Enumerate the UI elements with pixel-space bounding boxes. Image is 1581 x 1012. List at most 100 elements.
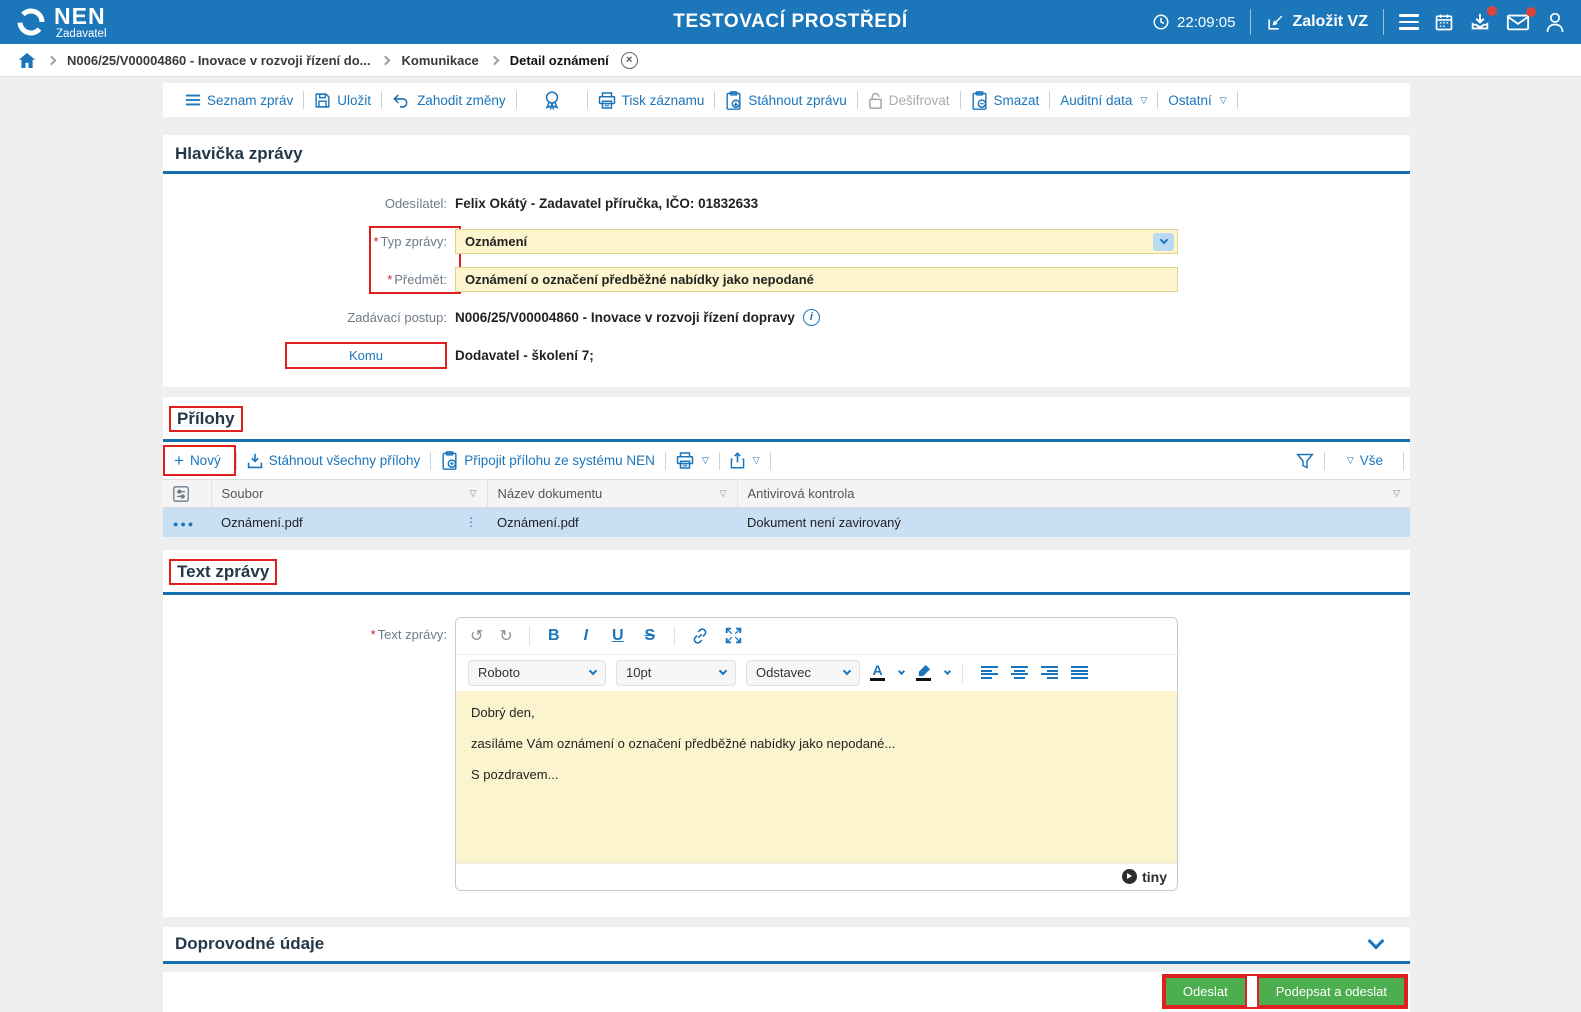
download-message-button[interactable]: Stáhnout zprávu <box>715 90 856 110</box>
current-time: 22:09:05 <box>1177 13 1236 31</box>
message-paragraph: S pozdravem... <box>471 766 559 782</box>
font-family-select[interactable]: Roboto <box>468 659 606 686</box>
messages-button[interactable] <box>1506 7 1536 32</box>
messages-badge <box>1526 7 1536 17</box>
column-filter-icon[interactable]: ▽ <box>470 488 477 499</box>
expand-chevron-icon[interactable] <box>1367 932 1385 949</box>
attach-from-nen-button[interactable]: Připojit přílohu ze systému NEN <box>431 451 665 470</box>
section-title-text-zpravy: Text zprávy <box>169 558 278 585</box>
new-attachment-button[interactable]: + Nový <box>163 445 236 476</box>
sign-and-send-button[interactable]: Podepsat a odeslat <box>1256 976 1406 1007</box>
text-color-button[interactable]: A <box>870 663 885 681</box>
send-button[interactable]: Odeslat <box>1163 976 1247 1007</box>
audit-data-menu[interactable]: Auditní data ▽ <box>1050 93 1157 108</box>
message-header-section: Hlavička zprávy Odesílatel: Felix Okátý … <box>163 135 1410 387</box>
message-list-button[interactable]: Seznam zpráv <box>175 93 303 108</box>
message-type-select[interactable]: Oznámení <box>455 228 1178 254</box>
drag-dots-icon[interactable]: ⋮ <box>465 515 477 529</box>
breadcrumb: N006/25/V00004860 - Inovace v rozvoji ří… <box>0 44 1581 77</box>
attachments-toolbar: + Nový Stáhnout všechny přílohy Připojit… <box>163 442 1410 479</box>
italic-button[interactable]: I <box>578 627 594 645</box>
nen-logo[interactable]: NEN Zadavatel <box>16 4 107 40</box>
divider <box>1250 9 1252 35</box>
column-settings-cell[interactable] <box>163 479 212 508</box>
profile-button[interactable] <box>1545 11 1565 33</box>
divider <box>1383 9 1384 35</box>
rich-text-editor: ↺ ↻ B I U S Roboto 10pt Odstavec A Dobrý… <box>455 616 1178 891</box>
decrypt-button[interactable]: Dešifrovat <box>858 92 960 109</box>
sender-row: Odesílatel: Felix Okátý - Zadavatel přír… <box>163 190 1410 216</box>
redo-icon[interactable]: ↻ <box>499 626 512 646</box>
lock-icon <box>868 92 883 109</box>
home-icon[interactable] <box>18 52 36 69</box>
align-left-icon[interactable] <box>981 666 998 679</box>
required-mark: * <box>370 626 376 642</box>
export-attachments-menu[interactable]: ▽ <box>720 452 770 469</box>
undo-icon[interactable]: ↺ <box>470 626 483 646</box>
attachment-row[interactable]: ●●● Oznámení.pdf ⋮ Oznámení.pdf Dokument… <box>163 507 1410 537</box>
text-color-chevron-icon[interactable] <box>897 667 906 676</box>
row-menu-icon[interactable]: ●●● <box>173 519 195 529</box>
message-paragraph: zasíláme Vám oznámení o označení předběž… <box>471 735 896 751</box>
message-text-area[interactable]: Dobrý den, zasíláme Vám oznámení o označ… <box>456 690 1177 863</box>
filter-all-menu[interactable]: ▽ Vše <box>1335 453 1393 468</box>
column-filter-icon[interactable]: ▽ <box>1393 488 1400 499</box>
underline-button[interactable]: U <box>610 627 626 645</box>
highlight-color-chevron-icon[interactable] <box>943 667 952 676</box>
select-chevron-icon[interactable] <box>1153 232 1174 251</box>
breadcrumb-item-procedure[interactable]: N006/25/V00004860 - Inovace v rozvoji ří… <box>67 53 370 68</box>
highlight-color-button[interactable] <box>916 664 931 681</box>
column-header-antivir[interactable]: Antivirová kontrola ▽ <box>737 479 1410 508</box>
attachments-section: Přílohy + Nový Stáhnout všechny přílohy <box>163 397 1410 537</box>
filter-icon[interactable] <box>1295 452 1314 470</box>
clipboard-attach-icon <box>441 451 458 470</box>
delete-button[interactable]: Smazat <box>961 90 1050 110</box>
column-header-soubor[interactable]: Soubor ▽ <box>211 479 488 508</box>
link-icon[interactable] <box>691 627 709 645</box>
column-header-nazev[interactable]: Název dokumentu ▽ <box>487 479 738 508</box>
dropdown-triangle-icon: ▽ <box>1219 94 1227 105</box>
breadcrumb-item-komunikace[interactable]: Komunikace <box>401 53 478 68</box>
fullscreen-icon[interactable] <box>725 627 742 644</box>
breadcrumb-separator-icon <box>381 55 391 65</box>
logo-subtitle: Zadavatel <box>56 27 107 40</box>
calendar-icon <box>1434 12 1454 32</box>
save-button[interactable]: Uložit <box>304 92 381 109</box>
subject-input[interactable]: Oznámení o označení předběžné nabídky ja… <box>455 266 1178 292</box>
create-vz-button[interactable]: Založit VZ <box>1266 13 1368 32</box>
recipient-link[interactable]: Komu <box>285 342 447 369</box>
block-format-select[interactable]: Odstavec <box>746 659 860 686</box>
additional-data-section[interactable]: Doprovodné údaje <box>163 926 1410 964</box>
breadcrumb-separator-icon <box>46 55 57 65</box>
align-justify-icon[interactable] <box>1071 666 1088 679</box>
dropdown-triangle-icon: ▽ <box>752 455 760 465</box>
bold-button[interactable]: B <box>546 627 562 645</box>
message-text-section: Text zprávy * Text zprávy: ↺ ↻ B I U S R… <box>163 549 1410 917</box>
sliders-icon <box>173 485 201 502</box>
column-filter-icon[interactable]: ▽ <box>720 488 727 499</box>
certificate-button[interactable] <box>517 90 587 110</box>
align-right-icon[interactable] <box>1041 666 1058 679</box>
font-size-select[interactable]: 10pt <box>616 659 736 686</box>
section-underline <box>163 591 1410 595</box>
other-menu[interactable]: Ostatní ▽ <box>1158 93 1236 108</box>
section-title-prilohy: Přílohy <box>169 406 243 432</box>
clock-icon <box>1152 13 1170 31</box>
downloads-button[interactable] <box>1469 6 1497 33</box>
close-tab-icon[interactable]: × <box>620 51 638 69</box>
discard-changes-button[interactable]: Zahodit změny <box>382 93 516 108</box>
tiny-logo-icon <box>1122 869 1138 884</box>
dropdown-triangle-icon: ▽ <box>701 455 709 465</box>
print-attachments-menu[interactable]: ▽ <box>666 452 719 469</box>
editor-footer: tiny <box>456 862 1177 890</box>
annotation-send-buttons: Odeslat Podepsat a odeslat <box>1161 974 1408 1009</box>
strikethrough-button[interactable]: S <box>642 627 658 645</box>
print-record-button[interactable]: Tisk záznamu <box>588 91 715 109</box>
download-all-attachments-button[interactable]: Stáhnout všechny přílohy <box>237 453 431 469</box>
menu-button[interactable] <box>1399 14 1419 30</box>
align-center-icon[interactable] <box>1011 666 1028 679</box>
info-icon[interactable]: i <box>802 308 820 326</box>
subject-row: * Předmět: Oznámení o označení předběžné… <box>163 266 1410 292</box>
recipient-row: Komu Dodavatel - školení 7; <box>163 342 1410 369</box>
calendar-button[interactable] <box>1434 12 1454 32</box>
